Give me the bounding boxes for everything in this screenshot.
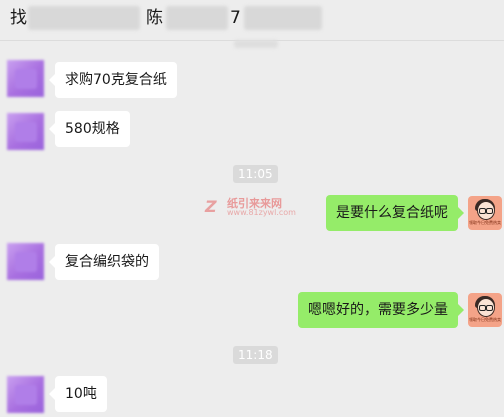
chat-title-middle: 陈 (146, 8, 163, 28)
self-avatar-icon[interactable]: 领取今日免费热卖 (468, 196, 502, 230)
avatar-glasses (479, 208, 486, 214)
watermark-mark: Z (205, 197, 217, 216)
contact-avatar-icon[interactable] (7, 60, 44, 97)
redacted-time-block (234, 40, 278, 48)
avatar-glasses (486, 208, 493, 214)
message-bubble-received[interactable]: 求购70克复合纸 (49, 62, 177, 98)
avatar-glasses (486, 305, 493, 311)
avatar-glasses (479, 305, 486, 311)
message-text: 是要什么复合纸呢 (336, 205, 448, 221)
message-text: 嗯嗯好的，需要多少量 (308, 302, 448, 318)
avatar-caption: 领取今日免费热卖 (469, 220, 501, 225)
message-text: 580规格 (65, 121, 120, 137)
timestamp-label: 11:18 (233, 346, 278, 364)
message-bubble-sent[interactable]: 嗯嗯好的，需要多少量 (298, 292, 464, 328)
avatar-caption: 领取今日免费热卖 (469, 317, 501, 322)
message-bubble-received[interactable]: 复合编织袋的 (49, 244, 159, 280)
chat-title-start: 找 (10, 8, 27, 28)
message-text: 求购70克复合纸 (65, 72, 167, 88)
message-text: 10吨 (65, 386, 97, 402)
self-avatar-icon[interactable]: 领取今日免费热卖 (468, 293, 502, 327)
timestamp-label: 11:05 (233, 165, 278, 183)
redacted-name-block (166, 6, 228, 30)
redacted-name-block (28, 6, 140, 30)
watermark-logo-icon: Z 纸引来来网 www.81zywl.com (205, 195, 301, 221)
watermark-url: www.81zywl.com (227, 208, 296, 217)
message-bubble-received[interactable]: 580规格 (49, 111, 130, 147)
message-bubble-received[interactable]: 10吨 (49, 376, 107, 412)
chat-title-end: 7 (230, 8, 241, 28)
contact-avatar-icon[interactable] (7, 243, 44, 280)
message-bubble-sent[interactable]: 是要什么复合纸呢 (326, 195, 464, 231)
redacted-name-block (244, 6, 322, 30)
contact-avatar-icon[interactable] (7, 376, 44, 413)
message-text: 复合编织袋的 (65, 254, 149, 270)
chat-header: 找 陈 7 (0, 0, 504, 48)
contact-avatar-icon[interactable] (7, 113, 44, 150)
